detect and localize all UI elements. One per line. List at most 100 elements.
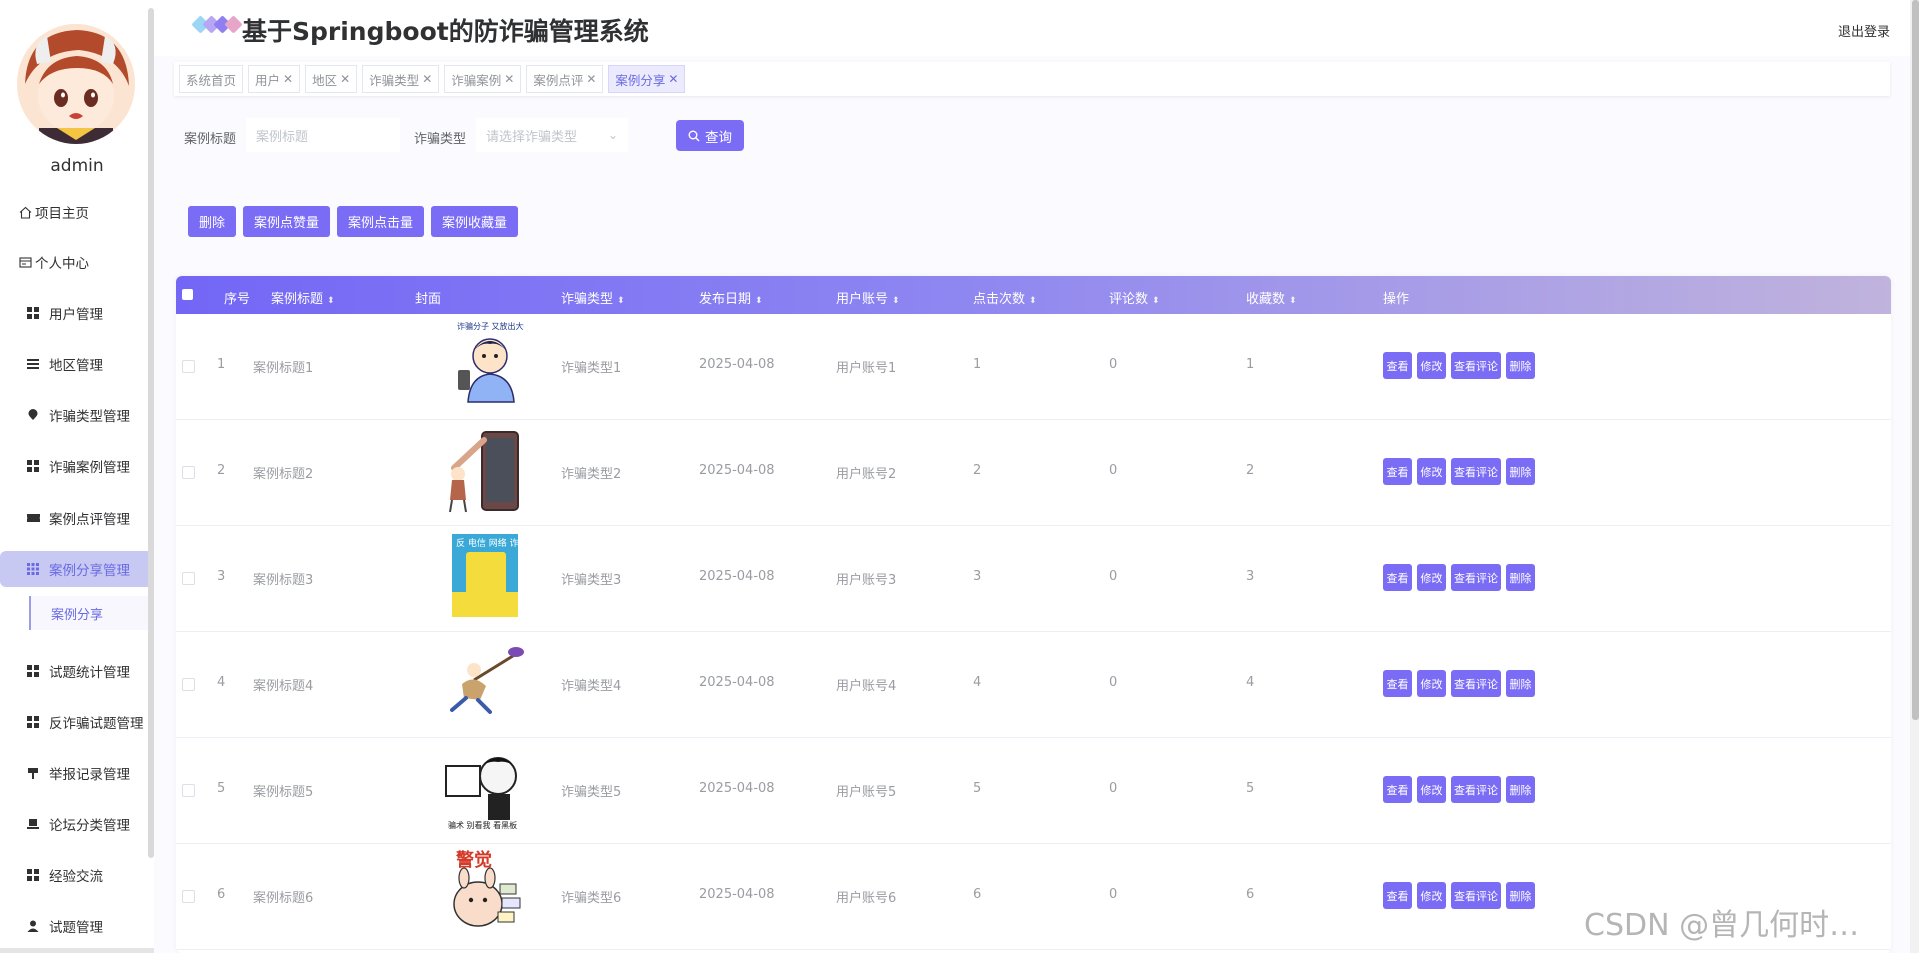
tab-home[interactable]: 系统首页: [179, 65, 244, 93]
cover-image[interactable]: [444, 640, 524, 725]
view-comments-button[interactable]: 查看评论: [1451, 352, 1501, 379]
edit-button[interactable]: 修改: [1417, 882, 1446, 909]
page-scrollbar[interactable]: [1912, 0, 1919, 720]
view-button[interactable]: 查看: [1383, 352, 1412, 379]
sidebar-item-case-sharing[interactable]: 案例分享管理: [0, 551, 154, 587]
col-date[interactable]: 发布日期 ⬍: [699, 288, 763, 307]
sidebar-item-regions[interactable]: 地区管理: [0, 346, 154, 382]
submenu-item-case-sharing[interactable]: 案例分享: [29, 596, 154, 630]
view-button[interactable]: 查看: [1383, 670, 1412, 697]
delete-button[interactable]: 删除: [1506, 776, 1535, 803]
view-button[interactable]: 查看: [1383, 458, 1412, 485]
favorites-stat-button[interactable]: 案例收藏量: [431, 206, 519, 237]
sidebar-item-case-reviews[interactable]: 案例点评管理: [0, 500, 154, 536]
delete-button[interactable]: 删除: [1506, 352, 1535, 379]
cover-image[interactable]: 反 电信 网络 诈骗: [444, 532, 528, 618]
cover-image[interactable]: 诈骗分子 又放出大招了: [444, 320, 540, 405]
view-comments-button[interactable]: 查看评论: [1451, 458, 1501, 485]
col-favorites[interactable]: 收藏数 ⬍: [1246, 288, 1297, 307]
sidebar-item-forum-categories[interactable]: 论坛分类管理: [0, 806, 154, 842]
chevron-down-icon: ⌄: [607, 128, 618, 142]
col-fraud-type[interactable]: 诈骗类型 ⬍: [561, 288, 625, 307]
close-icon[interactable]: ✕: [504, 72, 514, 86]
row-checkbox[interactable]: [182, 784, 195, 797]
query-button[interactable]: 查询: [676, 120, 744, 151]
delete-button[interactable]: 删除: [1506, 882, 1535, 909]
col-account[interactable]: 用户账号 ⬍: [836, 288, 900, 307]
edit-button[interactable]: 修改: [1417, 776, 1446, 803]
avatar[interactable]: [17, 24, 135, 144]
col-clicks[interactable]: 点击次数 ⬍: [973, 288, 1037, 307]
sidebar-item-label: 试题管理: [49, 920, 103, 936]
delete-button[interactable]: 删除: [1506, 458, 1535, 485]
tab-case-sharing[interactable]: 案例分享 ✕: [608, 65, 686, 93]
sort-icon[interactable]: ⬍: [755, 296, 763, 306]
sidebar-item-anti-fraud-quiz[interactable]: 反诈骗试题管理: [0, 704, 154, 740]
view-comments-button[interactable]: 查看评论: [1451, 882, 1501, 909]
clicks-stat-button[interactable]: 案例点击量: [337, 206, 425, 237]
sort-icon[interactable]: ⬍: [1029, 296, 1037, 306]
view-button[interactable]: 查看: [1383, 882, 1412, 909]
close-icon[interactable]: ✕: [422, 72, 432, 86]
cover-image[interactable]: 骗术 别看我 看黑板: [444, 748, 524, 833]
tab-case-reviews[interactable]: 案例点评 ✕: [526, 65, 604, 93]
edit-button[interactable]: 修改: [1417, 352, 1446, 379]
likes-stat-button[interactable]: 案例点赞量: [243, 206, 331, 237]
row-checkbox[interactable]: [182, 466, 195, 479]
select-all-checkbox[interactable]: [182, 289, 193, 300]
delete-button[interactable]: 删除: [1506, 564, 1535, 591]
close-icon[interactable]: ✕: [668, 72, 678, 86]
sidebar-item-label: 试题统计管理: [49, 665, 130, 681]
edit-button[interactable]: 修改: [1417, 458, 1446, 485]
tab-users[interactable]: 用户 ✕: [248, 65, 301, 93]
view-comments-button[interactable]: 查看评论: [1451, 564, 1501, 591]
close-icon[interactable]: ✕: [340, 72, 350, 86]
edit-button[interactable]: 修改: [1417, 670, 1446, 697]
col-comments[interactable]: 评论数 ⬍: [1109, 288, 1160, 307]
data-table: 序号 案例标题 ⬍ 封面 诈骗类型 ⬍ 发布日期 ⬍ 用户账号 ⬍ 点击次数 ⬍ 评论数 ⬍…: [176, 276, 1891, 953]
logo-icon: [191, 15, 243, 34]
bulk-delete-button[interactable]: 删除: [188, 206, 237, 237]
sort-icon[interactable]: ⬍: [892, 296, 900, 306]
sidebar-item-fraud-types[interactable]: 诈骗类型管理: [0, 397, 154, 433]
sidebar-item-experience[interactable]: 经验交流: [0, 857, 154, 893]
cover-image[interactable]: 警觉: [444, 848, 524, 933]
sort-icon[interactable]: ⬍: [617, 296, 625, 306]
sidebar-item-quiz-manage[interactable]: 试题管理: [0, 908, 154, 944]
cover-image[interactable]: [444, 428, 524, 513]
close-icon[interactable]: ✕: [283, 72, 293, 86]
row-checkbox[interactable]: [182, 572, 195, 585]
delete-button[interactable]: 删除: [1506, 670, 1535, 697]
tab-regions[interactable]: 地区 ✕: [305, 65, 358, 93]
logout-link[interactable]: 退出登录: [1838, 21, 1890, 40]
search-title-input[interactable]: 案例标题: [246, 118, 400, 152]
profile-card-icon: [18, 255, 32, 269]
close-icon[interactable]: ✕: [586, 72, 596, 86]
row-checkbox[interactable]: [182, 360, 195, 373]
sidebar-item-home[interactable]: 项目主页: [0, 194, 154, 230]
cell-clicks: 6: [973, 887, 982, 902]
cell-account: 用户账号4: [836, 679, 897, 694]
view-button[interactable]: 查看: [1383, 564, 1412, 591]
sidebar-item-users[interactable]: 用户管理: [0, 295, 154, 331]
sidebar-bottom-scrollbar[interactable]: [0, 948, 154, 953]
tab-fraud-types[interactable]: 诈骗类型 ✕: [362, 65, 440, 93]
col-title[interactable]: 案例标题 ⬍: [271, 288, 335, 307]
view-comments-button[interactable]: 查看评论: [1451, 776, 1501, 803]
sort-icon[interactable]: ⬍: [1152, 296, 1160, 306]
row-checkbox[interactable]: [182, 678, 195, 691]
sidebar-item-reports[interactable]: 举报记录管理: [0, 755, 154, 791]
search-type-select[interactable]: 请选择诈骗类型 ⌄: [476, 118, 628, 152]
cell-fraud-type: 诈骗类型1: [561, 361, 622, 376]
sidebar-item-fraud-cases[interactable]: 诈骗案例管理: [0, 448, 154, 484]
edit-button[interactable]: 修改: [1417, 564, 1446, 591]
sidebar-item-profile[interactable]: 个人中心: [0, 244, 154, 280]
sort-icon[interactable]: ⬍: [1289, 296, 1297, 306]
tab-fraud-cases[interactable]: 诈骗案例 ✕: [444, 65, 522, 93]
row-checkbox[interactable]: [182, 890, 195, 903]
view-comments-button[interactable]: 查看评论: [1451, 670, 1501, 697]
cell-index: 2: [217, 463, 226, 478]
sort-icon[interactable]: ⬍: [327, 296, 335, 306]
view-button[interactable]: 查看: [1383, 776, 1412, 803]
sidebar-item-quiz-stats[interactable]: 试题统计管理: [0, 653, 154, 689]
